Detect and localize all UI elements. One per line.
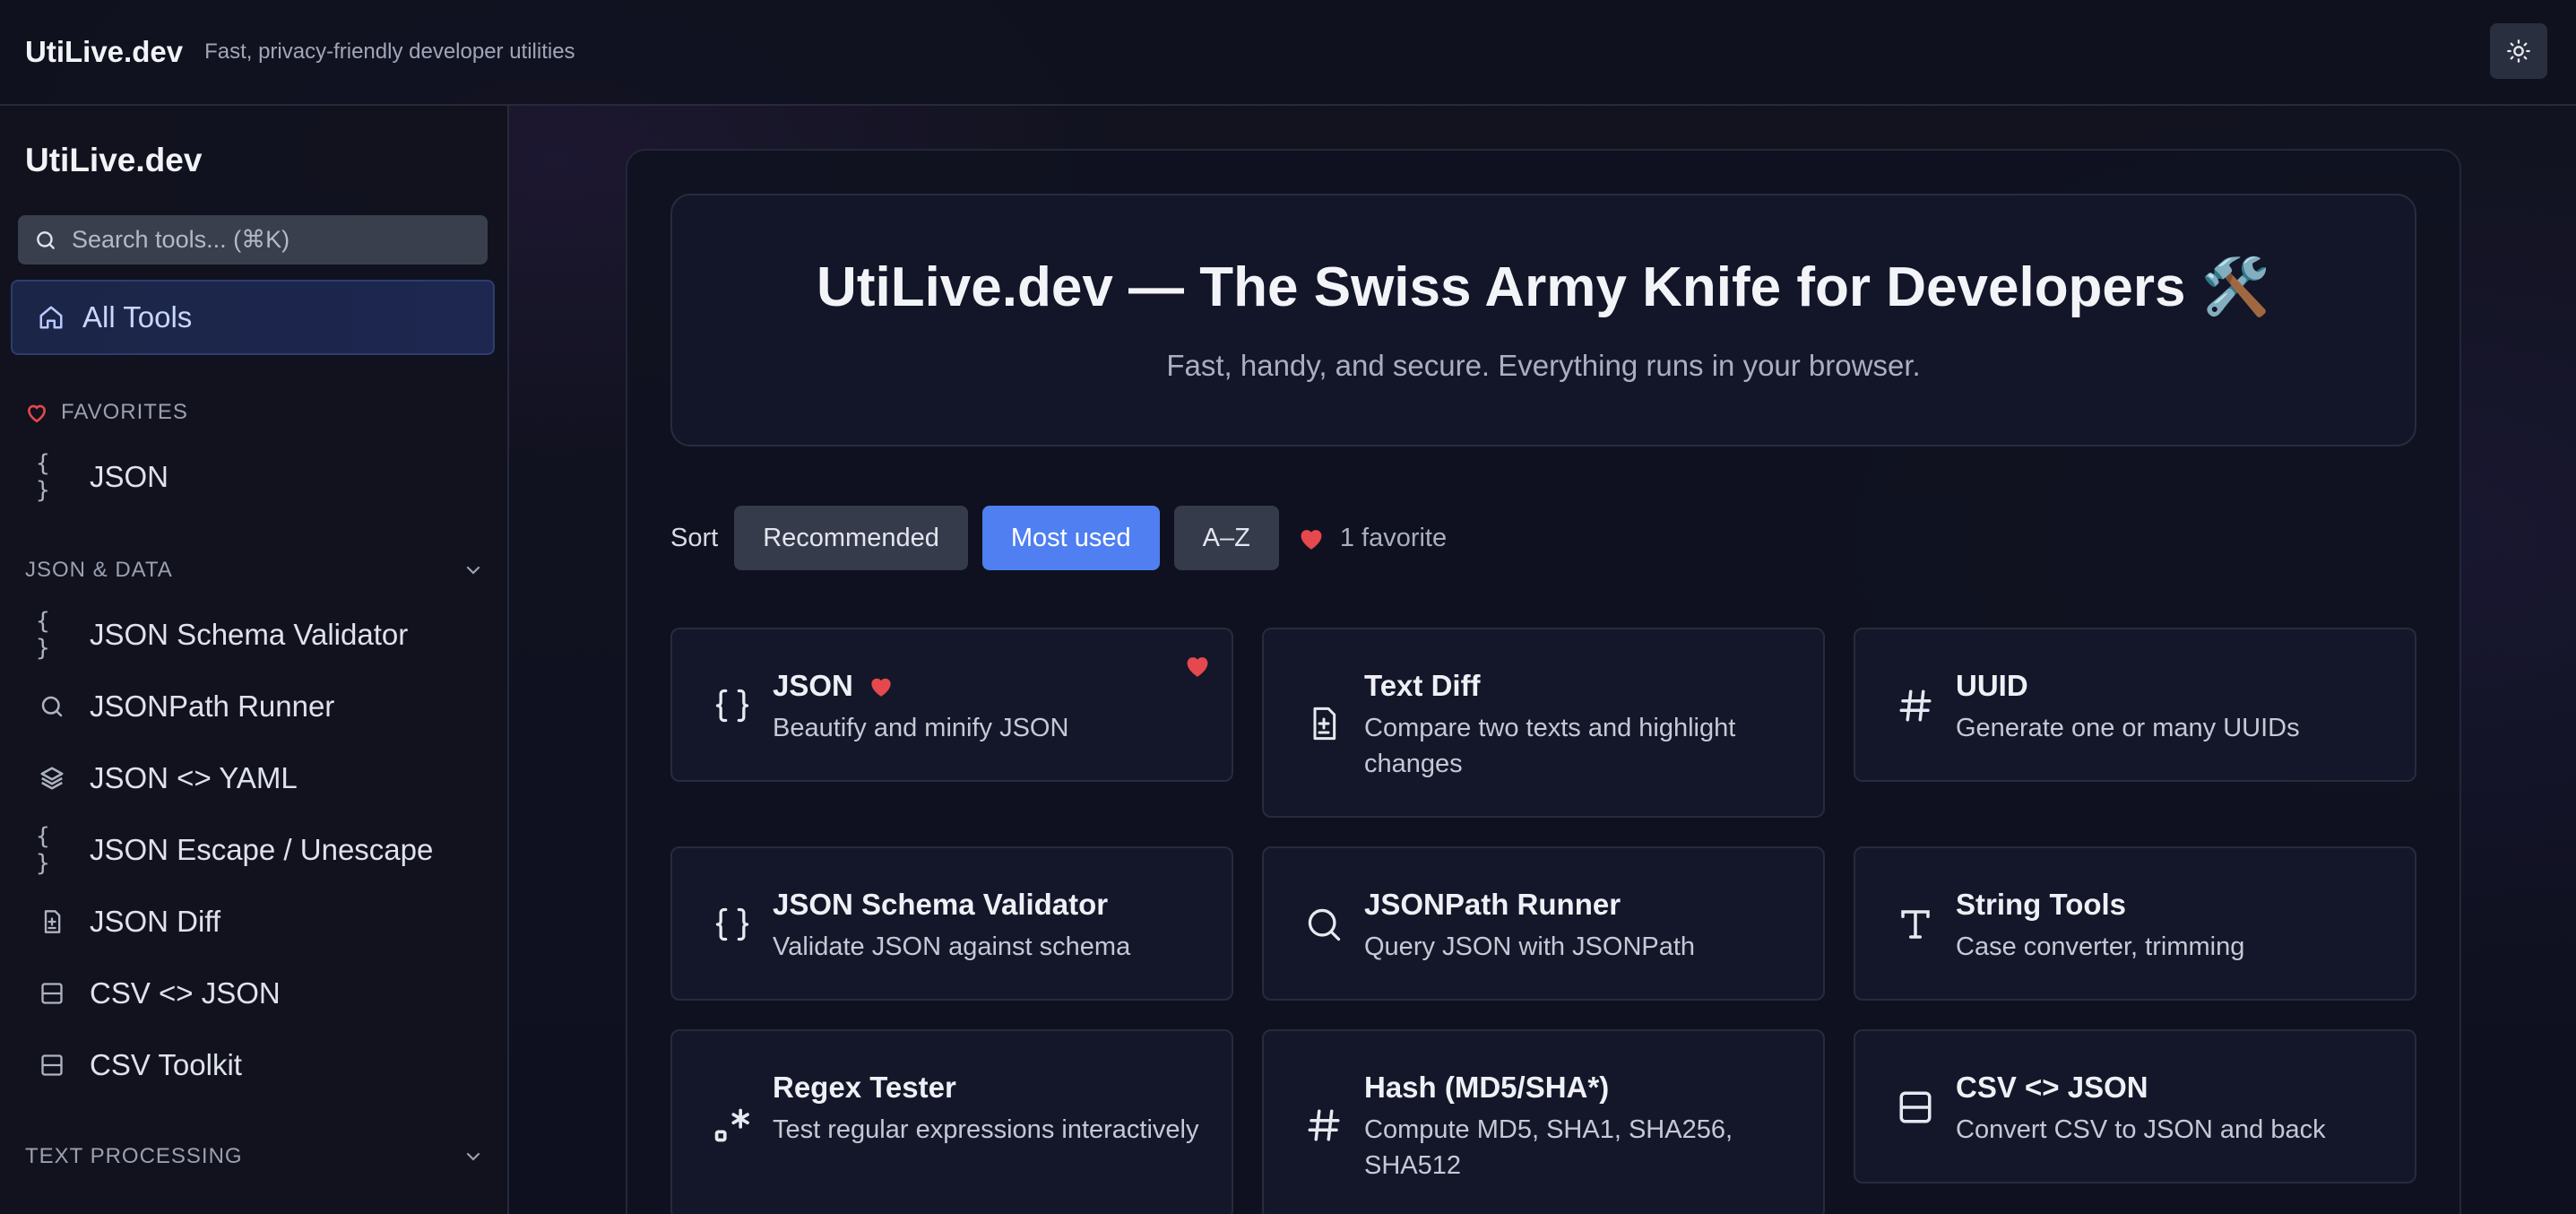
tool-card-csv-json[interactable]: CSV <> JSON Convert CSV to JSON and back [1854,1029,2416,1184]
braces-icon: { } [36,823,50,877]
tool-card-description: Compute MD5, SHA1, SHA256, SHA512 [1364,1115,1733,1180]
tool-card-description: Validate JSON against schema [773,932,1131,961]
favorites-heading-label: FAVORITES [61,400,188,424]
hero-subtitle: Fast, handy, and secure. Everything runs… [1166,349,1921,382]
app-tagline: Fast, privacy-friendly developer utiliti… [204,39,575,64]
search-icon [37,230,55,249]
hash-icon [1893,683,1938,728]
section-text-processing-heading[interactable]: TEXT PROCESSING [25,1144,484,1169]
tool-card-title: Regex Tester [773,1071,956,1104]
table-icon [36,981,68,1006]
regex-icon [710,1103,755,1148]
section-heading-label: JSON & DATA [25,558,173,582]
braces-icon: { } [36,450,50,504]
theme-toggle-button[interactable] [2490,23,2547,79]
sort-most-used-button[interactable]: Most used [981,506,1160,570]
sidebar-item-label: JSON [90,460,169,493]
favorite-count: 1 favorite [1297,524,1447,553]
favorites-heading: FAVORITES [25,400,484,425]
tool-card-title: Hash (MD5/SHA*) [1364,1071,1610,1104]
search-icon [36,693,68,720]
sidebar-item-favorite-json[interactable]: { } JSON [36,450,484,504]
tool-card-description: Test regular expressions interactively [773,1115,1199,1144]
heart-icon [28,404,46,423]
sort-bar: Sort Recommended Most used A–Z 1 favorit… [670,506,1447,570]
braces-icon: { } [36,608,50,662]
tool-card-title: JSON Schema Validator [773,888,1109,921]
search-icon [1301,902,1346,947]
section-heading-label: TEXT PROCESSING [25,1144,243,1168]
tool-card-title: JSON [773,669,895,703]
sidebar-item-label: JSON Escape / Unescape [90,833,434,866]
tool-card-description: Beautify and minify JSON [773,714,1069,742]
tool-card-title: String Tools [1956,888,2127,921]
sidebar-item-json-schema-validator[interactable]: { } JSON Schema Validator [36,608,484,662]
tool-card-title: CSV <> JSON [1956,1071,2148,1104]
sidebar-item-label: JSONPath Runner [90,689,335,723]
tool-card-uuid[interactable]: UUID Generate one or many UUIDs [1854,628,2416,782]
braces-icon [710,683,755,728]
sidebar-item-all-tools[interactable]: All Tools [11,280,495,355]
layers-icon [36,765,68,792]
sidebar-item-csv-json[interactable]: CSV <> JSON [36,967,484,1020]
tool-card-title: UUID [1956,669,2028,702]
hero-title: UtiLive.dev — The Swiss Army Knife for D… [817,256,2270,318]
sidebar: UtiLive.dev All Tools FAVORITES { } JSON… [0,106,509,1214]
top-header: UtiLive.dev Fast, privacy-friendly devel… [0,0,2576,106]
tool-card-description: Case converter, trimming [1956,932,2245,961]
heart-icon [871,678,891,697]
favorite-toggle-icon[interactable] [1183,653,1212,678]
tool-card-title-text: JSON [773,669,853,702]
tool-card-string-tools[interactable]: String Tools Case converter, trimming [1854,846,2416,1001]
table-icon [1893,1085,1938,1130]
app-title: UtiLive.dev [25,35,184,68]
tool-card-json-schema-validator[interactable]: JSON Schema Validator Validate JSON agai… [670,846,1233,1001]
sort-az-button[interactable]: A–Z [1173,506,1279,570]
tool-card-text-diff[interactable]: Text Diff Compare two texts and highligh… [1262,628,1825,818]
home-icon [39,306,63,329]
tool-card-description: Convert CSV to JSON and back [1956,1115,2326,1144]
tool-card-regex-tester[interactable]: Regex Tester Test regular expressions in… [670,1029,1233,1214]
section-json-data-heading[interactable]: JSON & DATA [25,558,484,583]
sun-icon [2507,39,2530,63]
search-box[interactable] [18,215,488,264]
sort-label: Sort [670,523,719,552]
chevron-down-icon [466,1152,480,1161]
tool-card-title: JSONPath Runner [1364,888,1621,921]
chevron-down-icon [466,566,480,575]
sidebar-item-label: JSON <> YAML [90,761,298,794]
favorite-count-text: 1 favorite [1339,523,1448,552]
sidebar-brand: UtiLive.dev [25,142,203,178]
heart-icon [1301,530,1322,550]
table-icon [36,1053,68,1078]
tool-card-description: Query JSON with JSONPath [1364,932,1696,961]
hash-icon [1301,1103,1346,1148]
tool-card-title: Text Diff [1364,669,1481,702]
tool-card-description: Compare two texts and highlight changes [1364,714,1736,778]
tool-card-description: Generate one or many UUIDs [1956,714,2300,742]
search-input[interactable] [72,226,466,254]
type-icon [1893,902,1938,947]
sidebar-item-label: CSV <> JSON [90,976,281,1010]
file-diff-icon [1301,701,1346,746]
all-tools-label: All Tools [82,300,193,334]
tool-card-jsonpath-runner[interactable]: JSONPath Runner Query JSON with JSONPath [1262,846,1825,1001]
sidebar-item-jsonpath-runner[interactable]: JSONPath Runner [36,680,484,733]
sidebar-item-json-yaml[interactable]: JSON <> YAML [36,751,484,805]
sidebar-item-json-diff[interactable]: JSON Diff [36,895,484,949]
braces-icon [710,902,755,947]
tool-card-hash[interactable]: Hash (MD5/SHA*) Compute MD5, SHA1, SHA25… [1262,1029,1825,1214]
sort-recommended-button[interactable]: Recommended [734,506,968,570]
sidebar-item-label: JSON Diff [90,905,221,938]
tool-card-json[interactable]: JSON Beautify and minify JSON [670,628,1233,782]
file-diff-icon [36,908,68,935]
sidebar-item-label: JSON Schema Validator [90,618,409,651]
sidebar-item-json-escape[interactable]: { } JSON Escape / Unescape [36,823,484,877]
sidebar-item-label: CSV Toolkit [90,1048,242,1081]
hero-banner: UtiLive.dev — The Swiss Army Knife for D… [670,194,2416,447]
sidebar-item-csv-toolkit[interactable]: CSV Toolkit [36,1038,484,1092]
